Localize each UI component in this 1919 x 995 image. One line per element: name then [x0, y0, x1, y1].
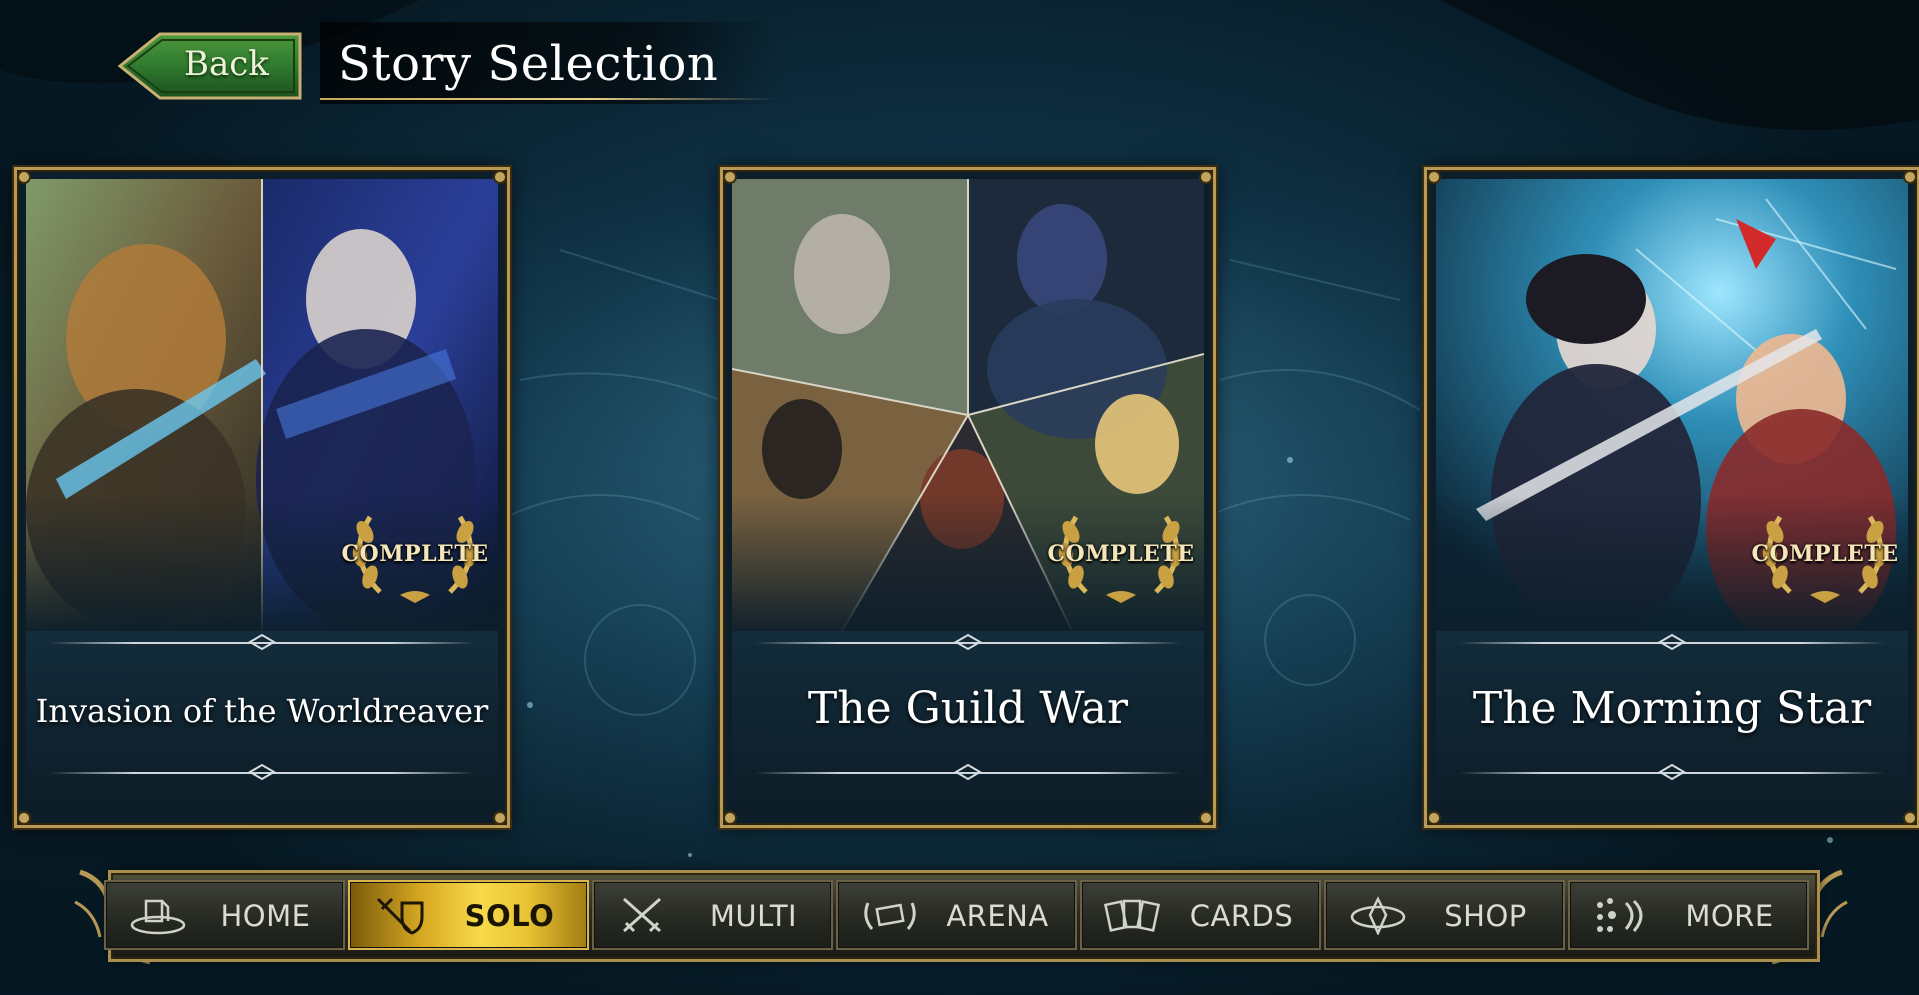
more-dots-icon [1597, 898, 1643, 932]
sword-shield-icon [376, 897, 424, 935]
frame-rivet [1429, 813, 1439, 823]
complete-badge: COMPLETE [1046, 497, 1196, 607]
nav-label: SHOP [1444, 899, 1527, 933]
nav-tab-shop[interactable]: SHOP [1324, 880, 1565, 950]
complete-badge-label: COMPLETE [1751, 541, 1899, 567]
title-banner: Story Selection [320, 22, 780, 104]
nav-tab-cards[interactable]: CARDS [1080, 880, 1321, 950]
crossed-swords-icon [623, 897, 661, 933]
story-artwork: COMPLETE [1436, 179, 1908, 631]
ornament-divider [1459, 763, 1885, 781]
ornament-icon [954, 763, 982, 781]
ornament-icon [1658, 763, 1686, 781]
nav-tab-more[interactable]: MORE [1568, 880, 1809, 950]
frame-rivet [1429, 172, 1439, 182]
complete-badge: COMPLETE [1750, 497, 1900, 607]
story-card-worldreaver[interactable]: COMPLETE Invasion of the Worldreaver [14, 167, 510, 828]
nav-tab-home[interactable]: HOME [104, 880, 345, 950]
nav-label: CARDS [1189, 899, 1294, 933]
complete-badge-label: COMPLETE [341, 541, 489, 567]
story-title: Invasion of the Worldreaver [35, 692, 489, 730]
story-title: The Morning Star [1472, 683, 1872, 734]
nav-label: MORE [1685, 899, 1774, 933]
ornament-divider [49, 763, 475, 781]
frame-rivet [1905, 172, 1915, 182]
back-label: Back [184, 44, 269, 84]
frame-rivet [725, 172, 735, 182]
story-title: The Guild War [807, 683, 1129, 734]
nav-label: HOME [220, 899, 311, 933]
ornament-icon [248, 633, 276, 651]
frame-rivet [725, 813, 735, 823]
frame-rivet [1905, 813, 1915, 823]
story-selection-screen: Back Story Selection COMPLETE Invasion o… [0, 0, 1919, 995]
page-title: Story Selection [338, 36, 719, 92]
complete-badge: COMPLETE [340, 497, 490, 607]
ornament-divider [755, 763, 1181, 781]
story-artwork: COMPLETE [26, 179, 498, 631]
crystal-icon [1350, 896, 1406, 935]
nav-tab-solo[interactable]: SOLO [348, 880, 589, 950]
title-underline [320, 98, 775, 100]
story-card-morning-star[interactable]: COMPLETE The Morning Star [1424, 167, 1919, 828]
frame-rivet [1201, 172, 1211, 182]
back-button[interactable]: Back [116, 30, 304, 102]
complete-badge-label: COMPLETE [1047, 541, 1195, 567]
frame-rivet [495, 172, 505, 182]
nav-tab-multi[interactable]: MULTI [592, 880, 833, 950]
laurel-ticket-icon [864, 902, 916, 930]
nav-label: SOLO [464, 899, 555, 933]
ornament-divider [755, 633, 1181, 651]
ornament-divider [1459, 633, 1885, 651]
story-card-guild-war[interactable]: COMPLETE The Guild War [720, 167, 1216, 828]
nav-tab-arena[interactable]: ARENA [836, 880, 1077, 950]
ornament-icon [248, 763, 276, 781]
ornament-divider [49, 633, 475, 651]
frame-rivet [19, 813, 29, 823]
cards-icon [1104, 899, 1161, 932]
frame-rivet [1201, 813, 1211, 823]
frame-rivet [495, 813, 505, 823]
story-artwork: COMPLETE [732, 179, 1204, 631]
frame-rivet [19, 172, 29, 182]
nav-label: ARENA [946, 899, 1049, 933]
bottom-nav: HOME SOLO MULTI ARENA CARDS SHOP MORE [70, 862, 1852, 972]
ornament-icon [1658, 633, 1686, 651]
ornament-icon [954, 633, 982, 651]
nav-label: MULTI [709, 899, 798, 933]
home-icon [130, 899, 186, 935]
